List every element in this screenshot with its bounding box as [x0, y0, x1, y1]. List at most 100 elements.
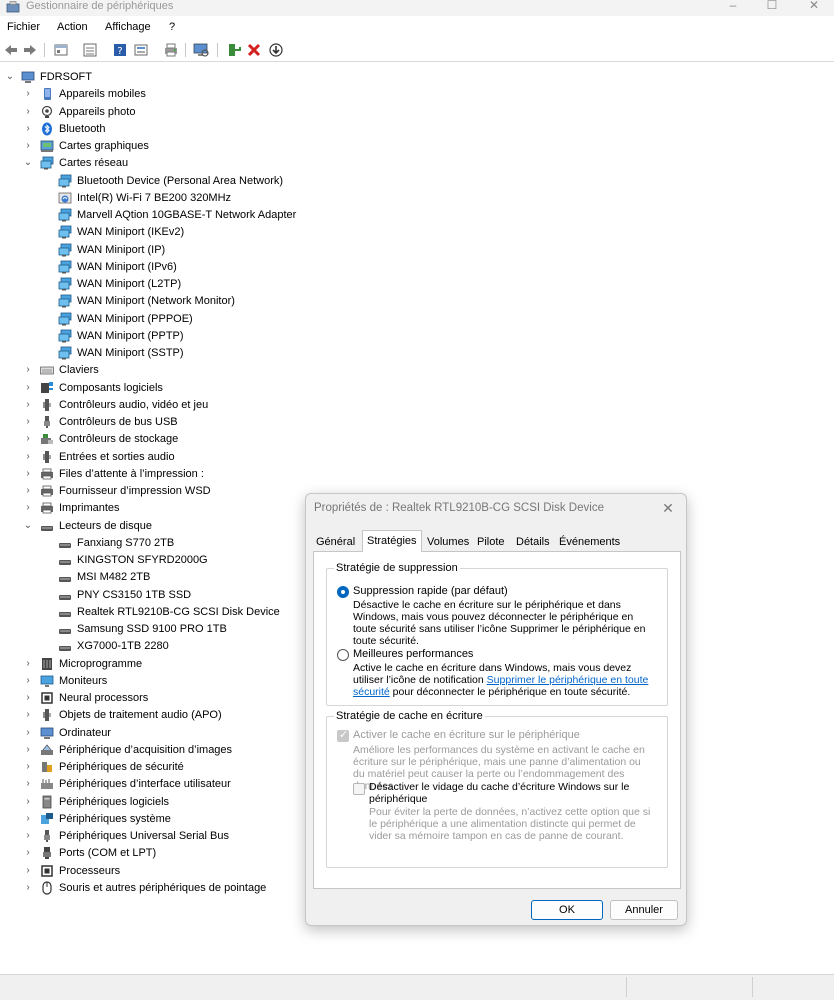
close-button[interactable]: ✕	[794, 0, 834, 13]
chevron-right-icon[interactable]: ›	[22, 709, 34, 721]
chevron-right-icon[interactable]: ›	[22, 658, 34, 670]
device-view-icon[interactable]	[133, 42, 149, 58]
tree-category[interactable]: › Ports (COM et LPT)	[0, 845, 320, 862]
tree-category[interactable]: › Périphériques Universal Serial Bus	[0, 828, 320, 845]
chevron-right-icon[interactable]: ›	[22, 796, 34, 808]
tab-strategies[interactable]: Stratégies	[362, 530, 422, 552]
tree-device[interactable]: WAN Miniport (PPPOE)	[0, 311, 320, 328]
download-circle-icon[interactable]	[268, 42, 284, 58]
uninstall-icon[interactable]	[246, 42, 262, 58]
chevron-right-icon[interactable]: ›	[22, 416, 34, 428]
chevron-right-icon[interactable]: ›	[22, 433, 34, 445]
chevron-right-icon[interactable]: ›	[22, 468, 34, 480]
tree-device[interactable]: MSI M482 2TB	[0, 569, 320, 586]
chevron-right-icon[interactable]: ›	[22, 830, 34, 842]
tree-category[interactable]: › Ordinateur	[0, 725, 320, 742]
tree-category[interactable]: › Fournisseur d’impression WSD	[0, 483, 320, 500]
tab-general[interactable]: Général	[312, 533, 359, 552]
tree-device[interactable]: WAN Miniport (PPTP)	[0, 328, 320, 345]
tab-pilote[interactable]: Pilote	[473, 533, 509, 552]
tree-device[interactable]: KINGSTON SFYRD2000G	[0, 552, 320, 569]
tree-category[interactable]: › Périphériques d’interface utilisateur	[0, 776, 320, 793]
chevron-right-icon[interactable]: ›	[22, 88, 34, 100]
tree-category[interactable]: › Objets de traitement audio (APO)	[0, 707, 320, 724]
chevron-right-icon[interactable]: ›	[22, 744, 34, 756]
menu-help[interactable]: ?	[169, 20, 175, 34]
scan-hardware-icon[interactable]	[193, 42, 209, 58]
tree-category[interactable]: › Imprimantes	[0, 500, 320, 517]
dialog-close-button[interactable]: ✕	[658, 498, 678, 518]
back-icon[interactable]	[3, 42, 19, 58]
enable-write-cache-checkbox[interactable]	[337, 728, 349, 742]
chevron-right-icon[interactable]: ›	[22, 382, 34, 394]
disable-cache-flush-label[interactable]: Désactiver le vidage du cache d’écriture…	[369, 781, 639, 805]
chevron-right-icon[interactable]: ›	[22, 399, 34, 411]
tree-device[interactable]: WAN Miniport (IPv6)	[0, 259, 320, 276]
properties-sheet-icon[interactable]	[53, 42, 69, 58]
enable-write-cache-label[interactable]: Activer le cache en écriture sur le péri…	[353, 729, 580, 742]
chevron-down-icon[interactable]: ⌄	[4, 71, 16, 83]
tree-category[interactable]: › Périphériques système	[0, 811, 320, 828]
tree-category[interactable]: ⌄ Lecteurs de disque	[0, 518, 320, 535]
chevron-right-icon[interactable]: ›	[22, 106, 34, 118]
chevron-right-icon[interactable]: ›	[22, 485, 34, 497]
chevron-right-icon[interactable]: ›	[22, 882, 34, 894]
tree-device[interactable]: Bluetooth Device (Personal Area Network)	[0, 173, 320, 190]
tree-category[interactable]: › Claviers	[0, 362, 320, 379]
tree-device[interactable]: Samsung SSD 9100 PRO 1TB	[0, 621, 320, 638]
menu-action[interactable]: Action	[57, 20, 88, 34]
tab-volumes[interactable]: Volumes	[423, 533, 473, 552]
tree-category[interactable]: › Composants logiciels	[0, 380, 320, 397]
printer-toolbar-icon[interactable]	[163, 42, 179, 58]
disable-cache-flush-checkbox[interactable]	[353, 783, 365, 795]
chevron-right-icon[interactable]: ›	[22, 813, 34, 825]
better-performance-label[interactable]: Meilleures performances	[353, 648, 473, 661]
menu-affichage[interactable]: Affichage	[105, 20, 151, 34]
tree-category[interactable]: › Contrôleurs de bus USB	[0, 414, 320, 431]
tree-category[interactable]: ⌄ Cartes réseau	[0, 155, 320, 172]
tree-category[interactable]: › Processeurs	[0, 863, 320, 880]
tree-device[interactable]: Intel(R) Wi-Fi 7 BE200 320MHz	[0, 190, 320, 207]
tree-device[interactable]: Fanxiang S770 2TB	[0, 535, 320, 552]
tree-category[interactable]: › Files d’attente à l’impression :	[0, 466, 320, 483]
tree-category[interactable]: › Périphériques de sécurité	[0, 759, 320, 776]
tree-category[interactable]: › Périphérique d’acquisition d’images	[0, 742, 320, 759]
chevron-right-icon[interactable]: ›	[22, 727, 34, 739]
chevron-right-icon[interactable]: ›	[22, 675, 34, 687]
list-view-icon[interactable]	[82, 42, 98, 58]
chevron-right-icon[interactable]: ›	[22, 451, 34, 463]
menu-fichier[interactable]: Fichier	[7, 20, 40, 34]
tree-device[interactable]: XG7000-1TB 2280	[0, 638, 320, 655]
update-driver-icon[interactable]	[226, 42, 242, 58]
chevron-right-icon[interactable]: ›	[22, 778, 34, 790]
ok-button[interactable]: OK	[531, 900, 603, 920]
minimize-button[interactable]: –	[713, 0, 753, 13]
chevron-down-icon[interactable]: ⌄	[22, 520, 34, 532]
tree-category[interactable]: › Contrôleurs de stockage	[0, 431, 320, 448]
tree-device[interactable]: WAN Miniport (Network Monitor)	[0, 293, 320, 310]
tree-device[interactable]: PNY CS3150 1TB SSD	[0, 587, 320, 604]
tree-device[interactable]: WAN Miniport (SSTP)	[0, 345, 320, 362]
tree-category[interactable]: › Bluetooth	[0, 121, 320, 138]
tree-device[interactable]: WAN Miniport (IP)	[0, 242, 320, 259]
tree-category[interactable]: › Contrôleurs audio, vidéo et jeu	[0, 397, 320, 414]
tree-category[interactable]: › Cartes graphiques	[0, 138, 320, 155]
tree-category[interactable]: › Entrées et sorties audio	[0, 449, 320, 466]
tab-details[interactable]: Détails	[512, 533, 554, 552]
quick-removal-radio[interactable]	[337, 586, 349, 598]
tree-category[interactable]: › Appareils photo	[0, 104, 320, 121]
tree-category[interactable]: › Neural processors	[0, 690, 320, 707]
tree-category[interactable]: › Moniteurs	[0, 673, 320, 690]
tab-evenements[interactable]: Événements	[555, 533, 624, 552]
chevron-down-icon[interactable]: ⌄	[22, 157, 34, 169]
tree-category[interactable]: › Appareils mobiles	[0, 86, 320, 103]
better-performance-radio[interactable]	[337, 649, 349, 661]
chevron-right-icon[interactable]: ›	[22, 502, 34, 514]
chevron-right-icon[interactable]: ›	[22, 865, 34, 877]
chevron-right-icon[interactable]: ›	[22, 761, 34, 773]
chevron-right-icon[interactable]: ›	[22, 140, 34, 152]
tree-category[interactable]: › Souris et autres périphériques de point…	[0, 880, 320, 897]
cancel-button[interactable]: Annuler	[610, 900, 678, 920]
forward-icon[interactable]	[22, 42, 38, 58]
maximize-button[interactable]: ☐	[752, 0, 792, 13]
